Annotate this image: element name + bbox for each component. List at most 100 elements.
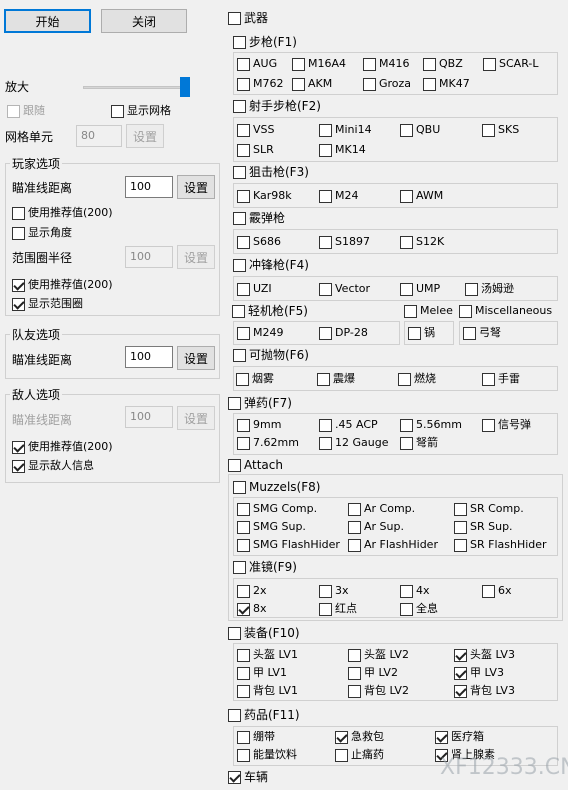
sniper-item[interactable]: Kar98k (237, 188, 292, 204)
zoom-slider-track[interactable] (83, 86, 190, 89)
grid-cell-input[interactable]: 80 (76, 125, 122, 147)
lmg-item[interactable]: DP-28 (319, 325, 368, 341)
rifles-checkbox[interactable]: 步枪(F1) (233, 34, 297, 50)
show-enemy-info-checkbox[interactable]: 显示敌人信息 (12, 458, 94, 474)
shotgun-checkbox[interactable]: 霰弹枪 (233, 210, 285, 226)
zoom-slider-thumb[interactable] (180, 77, 190, 97)
dmr-item[interactable]: Mini14 (319, 122, 372, 138)
muzzle-item[interactable]: Ar FlashHider (348, 537, 438, 553)
dmr-checkbox[interactable]: 射手步枪(F2) (233, 98, 321, 114)
muzzle-item[interactable]: Ar Sup. (348, 519, 404, 535)
equip-item[interactable]: 背包 LV3 (454, 683, 515, 699)
muzzle-item[interactable]: SR Comp. (454, 501, 524, 517)
equip-item[interactable]: 甲 LV1 (237, 665, 287, 681)
ammo-item[interactable]: 5.56mm (400, 417, 462, 433)
enemy-aim-set-button[interactable]: 设置 (177, 406, 215, 430)
dmr-item[interactable]: VSS (237, 122, 275, 138)
equip-item[interactable]: 甲 LV2 (348, 665, 398, 681)
scope-item[interactable]: 4x (400, 583, 430, 599)
scope-item[interactable]: 8x (237, 601, 267, 617)
scope-item[interactable]: 3x (319, 583, 349, 599)
ammo-item[interactable]: 7.62mm (237, 435, 299, 451)
misc-checkbox[interactable]: Miscellaneous (459, 303, 552, 319)
player-use-recommend-checkbox[interactable]: 使用推荐值(200) (12, 205, 113, 221)
rifle-item[interactable]: AUG (237, 56, 277, 72)
enemy-aim-distance-input[interactable]: 100 (125, 406, 173, 428)
equip-item[interactable]: 头盔 LV2 (348, 647, 409, 663)
pan-checkbox[interactable]: 锅 (408, 325, 435, 341)
sniper-item[interactable]: AWM (400, 188, 443, 204)
smg-item[interactable]: UMP (400, 281, 440, 297)
dmr-item[interactable]: QBU (400, 122, 440, 138)
lmg-checkbox[interactable]: 轻机枪(F5) (232, 303, 308, 319)
throwables-checkbox[interactable]: 可抛物(F6) (233, 347, 309, 363)
range-set-button[interactable]: 设置 (177, 245, 215, 269)
scope-item[interactable]: 2x (237, 583, 267, 599)
med-item[interactable]: 医疗箱 (435, 729, 484, 745)
scope-item[interactable]: 6x (482, 583, 512, 599)
crossbow-checkbox[interactable]: 弓弩 (463, 325, 501, 341)
medicine-checkbox[interactable]: 药品(F11) (228, 707, 300, 723)
med-item[interactable]: 能量饮料 (237, 747, 297, 763)
ammo-item[interactable]: 信号弹 (482, 417, 531, 433)
dmr-item[interactable]: SKS (482, 122, 519, 138)
grid-set-button[interactable]: 设置 (126, 124, 164, 148)
muzzle-item[interactable]: SMG Comp. (237, 501, 317, 517)
show-angle-checkbox[interactable]: 显示角度 (12, 225, 72, 241)
muzzle-item[interactable]: SMG Sup. (237, 519, 306, 535)
attach-checkbox[interactable]: Attach (228, 457, 283, 473)
muzzels-checkbox[interactable]: Muzzels(F8) (233, 479, 320, 495)
muzzle-item[interactable]: SR FlashHider (454, 537, 547, 553)
enemy-use-recommend-checkbox[interactable]: 使用推荐值(200) (12, 439, 113, 455)
med-item[interactable]: 绷带 (237, 729, 275, 745)
smg-checkbox[interactable]: 冲锋枪(F4) (233, 257, 309, 273)
sniper-item[interactable]: M24 (319, 188, 359, 204)
melee-checkbox[interactable]: Melee (404, 303, 453, 319)
weapons-checkbox[interactable]: 武器 (228, 10, 268, 26)
range-use-recommend-checkbox[interactable]: 使用推荐值(200) (12, 277, 113, 293)
start-button[interactable]: 开始 (4, 9, 91, 33)
equip-item[interactable]: 背包 LV2 (348, 683, 409, 699)
equip-item[interactable]: 甲 LV3 (454, 665, 504, 681)
team-aim-set-button[interactable]: 设置 (177, 346, 215, 370)
scope-item[interactable]: 全息 (400, 601, 438, 617)
rifle-item[interactable]: SCAR-L (483, 56, 538, 72)
throwable-item[interactable]: 震爆 (317, 371, 355, 387)
ammo-item[interactable]: 9mm (237, 417, 281, 433)
follow-checkbox[interactable]: 跟随 (7, 103, 45, 119)
sniper-checkbox[interactable]: 狙击枪(F3) (233, 164, 309, 180)
vehicle-checkbox[interactable]: 车辆 (228, 769, 268, 785)
equip-item[interactable]: 背包 LV1 (237, 683, 298, 699)
smg-item[interactable]: 汤姆逊 (465, 281, 514, 297)
rifle-item[interactable]: QBZ (423, 56, 463, 72)
show-grid-checkbox[interactable]: 显示网格 (111, 103, 171, 119)
player-aim-distance-input[interactable]: 100 (125, 176, 173, 198)
muzzle-item[interactable]: SR Sup. (454, 519, 513, 535)
muzzle-item[interactable]: SMG FlashHider (237, 537, 340, 553)
throwable-item[interactable]: 燃烧 (398, 371, 436, 387)
throwable-item[interactable]: 烟雾 (236, 371, 274, 387)
rifle-item[interactable]: Groza (363, 76, 411, 92)
rifle-item[interactable]: M762 (237, 76, 284, 92)
rifle-item[interactable]: M416 (363, 56, 410, 72)
equip-item[interactable]: 头盔 LV1 (237, 647, 298, 663)
ammo-checkbox[interactable]: 弹药(F7) (228, 395, 292, 411)
close-button[interactable]: 关闭 (101, 9, 187, 33)
rifle-item[interactable]: M16A4 (292, 56, 346, 72)
med-item[interactable]: 急救包 (335, 729, 384, 745)
dmr-item[interactable]: SLR (237, 142, 274, 158)
scope-item[interactable]: 红点 (319, 601, 357, 617)
ammo-item[interactable]: 12 Gauge (319, 435, 388, 451)
show-range-checkbox[interactable]: 显示范围圈 (12, 296, 83, 312)
rifle-item[interactable]: AKM (292, 76, 332, 92)
muzzle-item[interactable]: Ar Comp. (348, 501, 415, 517)
smg-item[interactable]: UZI (237, 281, 272, 297)
shotgun-item[interactable]: S1897 (319, 234, 370, 250)
range-radius-input[interactable]: 100 (125, 246, 173, 268)
equipment-checkbox[interactable]: 装备(F10) (228, 625, 300, 641)
med-item[interactable]: 止痛药 (335, 747, 384, 763)
smg-item[interactable]: Vector (319, 281, 370, 297)
ammo-item[interactable]: .45 ACP (319, 417, 378, 433)
player-aim-set-button[interactable]: 设置 (177, 175, 215, 199)
lmg-item[interactable]: M249 (237, 325, 284, 341)
